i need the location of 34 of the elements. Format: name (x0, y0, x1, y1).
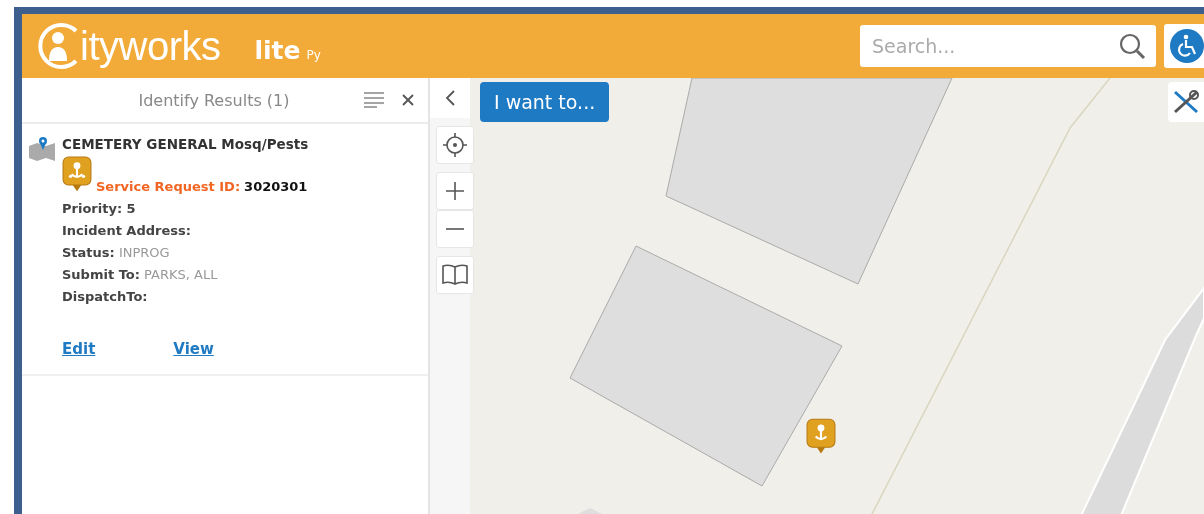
view-link[interactable]: View (173, 339, 214, 358)
request-id-label: Service Request ID: (96, 178, 241, 194)
edition-suffix: Py (306, 48, 321, 62)
result-field: Incident Address: (62, 222, 309, 238)
chevron-left-icon[interactable] (444, 89, 456, 107)
search-box[interactable]: Search... (860, 25, 1156, 67)
request-id-value: 3020301 (244, 178, 308, 194)
zoom-out-button[interactable] (436, 210, 474, 248)
book-button[interactable] (436, 256, 474, 294)
crosshair-icon[interactable] (442, 132, 468, 158)
i-want-to-button[interactable]: I want to... (480, 82, 610, 122)
map-marker-icon[interactable] (806, 418, 836, 456)
tools-button[interactable] (1168, 82, 1204, 122)
map-location-icon (28, 136, 56, 162)
close-icon[interactable] (402, 94, 414, 106)
result-field: Submit To: PARKS, ALL (62, 266, 309, 282)
result-field: DispatchTo: (62, 288, 309, 304)
worker-pin-icon (62, 156, 92, 194)
book-icon[interactable] (441, 263, 469, 287)
result-title: CEMETERY GENERAL Mosq/Pests (62, 136, 309, 152)
collapse-button[interactable] (430, 78, 470, 118)
minus-icon[interactable] (445, 227, 465, 231)
plus-icon[interactable] (445, 181, 465, 201)
locate-button[interactable] (436, 126, 474, 164)
result-field: Priority: 5 (62, 200, 309, 216)
panel-title: Identify Results (1) (137, 90, 291, 110)
tools-icon[interactable] (1172, 89, 1200, 115)
search-icon[interactable] (1118, 32, 1146, 60)
result-field: Status: INPROG (62, 244, 309, 260)
zoom-in-button[interactable] (436, 172, 474, 210)
edition-label: lite (254, 35, 301, 65)
accessibility-icon[interactable] (1170, 29, 1204, 63)
logo-text: ityworks (80, 23, 221, 69)
edit-link[interactable]: Edit (62, 339, 96, 358)
